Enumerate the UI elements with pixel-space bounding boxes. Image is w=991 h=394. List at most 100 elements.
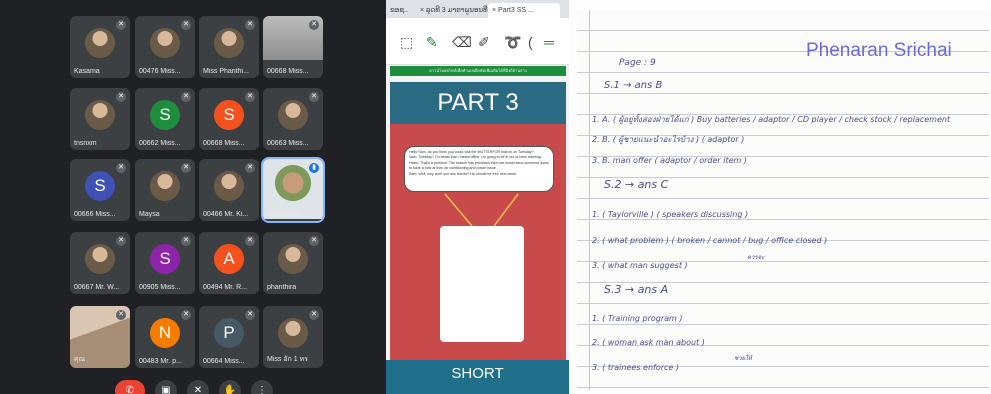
- avatar: [85, 244, 115, 274]
- mic-off-icon: ✕: [116, 163, 126, 173]
- mic-off-icon: ✕: [116, 310, 126, 320]
- avatar: [278, 318, 308, 348]
- handwritten-line: 1. ( Taylorville ) ( speakers discussing…: [592, 210, 749, 219]
- tab-bar: ຂອຊ.. × ລຸດທີ 3 ມາຕາພູນອນທີ່ເອີ່ຍ × Part…: [386, 0, 569, 18]
- handwritten-line: S.1 → ans B: [604, 80, 663, 91]
- participant-name: 00662 Miss...: [139, 140, 181, 147]
- pen-icon[interactable]: ✎: [426, 34, 438, 51]
- handwritten-line: 2. ( what problem ) ( broken / cannot / …: [592, 236, 828, 245]
- color-icon[interactable]: ═: [544, 34, 554, 50]
- participant-tile[interactable]: ✕ 00668 Miss...: [263, 16, 323, 78]
- participant-tile[interactable]: ✕ Maysa: [135, 159, 195, 221]
- mic-off-icon: ✕: [181, 310, 191, 320]
- captions-icon[interactable]: ▣: [155, 380, 177, 394]
- participant-name: 00466 Mr. Ki...: [203, 211, 249, 218]
- participant-name: 00905 Miss...: [139, 284, 181, 291]
- handwritten-annotation: ควรจะ: [747, 254, 765, 261]
- highlighter-icon[interactable]: ✐: [478, 34, 490, 51]
- participant-name: 00663 Miss...: [267, 140, 309, 147]
- browser-window: ຂອຊ.. × ລຸດທີ 3 ມາຕາພູນອນທີ່ເອີ່ຍ × Part…: [386, 0, 569, 394]
- participant-tile[interactable]: S ✕ 00666 Miss...: [70, 159, 130, 221]
- avatar: N: [150, 318, 180, 348]
- avatar: [214, 171, 244, 201]
- avatar: S: [150, 100, 180, 130]
- mic-off-icon: ✕: [116, 92, 126, 102]
- avatar: P: [214, 318, 244, 348]
- participant-name: Miss อัก 1 หร: [267, 356, 308, 363]
- shape-icon[interactable]: (: [528, 34, 533, 50]
- participant-tile[interactable]: ✕ Miss Phanthi...: [199, 16, 259, 78]
- participant-tile[interactable]: ✕ 00476 Miss...: [135, 16, 195, 78]
- handwritten-line: 3. ( trainees enforce ): [592, 363, 679, 372]
- participant-name: Phenaran Srichai: [806, 40, 952, 61]
- raise-hand-icon[interactable]: ✋: [219, 380, 241, 394]
- avatar: [278, 244, 308, 274]
- avatar: [85, 28, 115, 58]
- handwritten-line: 3. B. man offer ( adaptor / order item ): [592, 156, 747, 165]
- download-banner[interactable]: ดาวน์โหลดไฟล์เพื่อทำแบบฝึกหัดเพิ่มเติมได…: [390, 66, 566, 76]
- slide-footer: SHORT CONVERSATIONS: [386, 360, 569, 394]
- browser-tab[interactable]: × ລຸດທີ 3 ມາຕາພູນອນທີ່ເອີ່ຍ: [416, 3, 492, 18]
- participant-tile[interactable]: ✕ 00663 Miss...: [263, 88, 323, 150]
- speaking-icon: ▮: [309, 163, 319, 173]
- participant-name: tnsnxm: [74, 140, 97, 147]
- avatar: [278, 100, 308, 130]
- avatar: S: [85, 171, 115, 201]
- avatar: S: [150, 244, 180, 274]
- eraser-icon[interactable]: ⌫: [452, 34, 472, 51]
- mic-off-icon: ✕: [181, 20, 191, 30]
- participant-tile[interactable]: ✕ 00667 Mr. W...: [70, 232, 130, 294]
- participant-tile[interactable]: ✕ tnsnxm: [70, 88, 130, 150]
- mic-off-icon: ✕: [181, 92, 191, 102]
- participant-name: Maysa: [139, 211, 160, 218]
- participant-name: 00476 Miss...: [139, 68, 181, 75]
- slide-title: PART 3: [390, 82, 566, 124]
- participant-tile[interactable]: ✕ 00466 Mr. Ki...: [199, 159, 259, 221]
- mic-off-icon: ✕: [309, 310, 319, 320]
- participant-name: Warchuda: [267, 211, 299, 218]
- participant-tile[interactable]: N ✕ 00483 Mr. p...: [135, 306, 195, 368]
- end-call-icon[interactable]: ✆: [115, 380, 145, 394]
- handwritten-line: 2. ( woman ask man about ): [592, 338, 705, 347]
- lasso-icon[interactable]: ➰: [504, 34, 521, 51]
- mic-off-icon: ✕: [245, 310, 255, 320]
- participant-tile[interactable]: S ✕ 00662 Miss...: [135, 88, 195, 150]
- mic-off-icon: ✕: [116, 236, 126, 246]
- participant-tile[interactable]: ✕ phanthira: [263, 232, 323, 294]
- mic-off-icon: ✕: [309, 20, 319, 30]
- slide-content: Hello Sam, do you think you could visit …: [390, 124, 566, 360]
- avatar: S: [214, 100, 244, 130]
- handwritten-line: 2. B. ( ผู้ชายแนะนำอะไรบ้าง ) ( adaptor …: [592, 135, 745, 144]
- call-controls: ✆ ▣ ✕ ✋ ⋮: [115, 378, 275, 394]
- avatar: [214, 28, 244, 58]
- handwritten-line: S.3 → ans A: [604, 283, 669, 296]
- participant-name: 00668 Miss...: [203, 140, 245, 147]
- participant-tile[interactable]: P ✕ 00664 Miss...: [199, 306, 259, 368]
- participant-tile[interactable]: S ✕ 00905 Miss...: [135, 232, 195, 294]
- participant-tile[interactable]: ✕ คุณ: [70, 306, 130, 368]
- handwritten-line: S.2 → ans C: [604, 178, 669, 191]
- participant-tile[interactable]: A ✕ 00494 Mr. R...: [199, 232, 259, 294]
- participant-name: Miss Phanthi...: [203, 68, 249, 75]
- more-icon[interactable]: ⋮: [251, 380, 273, 394]
- handwritten-line: 1. ( Training program ): [592, 314, 683, 323]
- select-icon[interactable]: ⬚: [400, 34, 413, 51]
- participant-tile[interactable]: ▮ Warchuda: [261, 157, 325, 223]
- mic-off-icon: ✕: [181, 163, 191, 173]
- browser-tab-active[interactable]: × Part3 SS ...: [488, 3, 560, 18]
- participant-name: 00483 Mr. p...: [139, 358, 182, 365]
- handwritten-line: 1. A. ( ผู้อยู่ทั้งสองฝ่ายได้แก่ ) Buy b…: [592, 115, 951, 124]
- image-card: [440, 226, 524, 342]
- handwritten-annotation: ช่วยให้: [734, 355, 752, 362]
- participant-tile[interactable]: S ✕ 00668 Miss...: [199, 88, 259, 150]
- mic-off-icon: ✕: [245, 92, 255, 102]
- mic-off-icon: ✕: [181, 236, 191, 246]
- mic-icon[interactable]: ✕: [187, 380, 209, 394]
- participant-name: phanthira: [267, 284, 297, 291]
- handwritten-line: 3. ( what man suggest ): [592, 261, 688, 270]
- mic-off-icon: ✕: [245, 236, 255, 246]
- margin-line: [589, 10, 590, 390]
- handwritten-line: Page : 9: [619, 58, 656, 68]
- participant-tile[interactable]: ✕ Kasama: [70, 16, 130, 78]
- participant-tile[interactable]: ✕ Miss อัก 1 หร: [263, 306, 323, 368]
